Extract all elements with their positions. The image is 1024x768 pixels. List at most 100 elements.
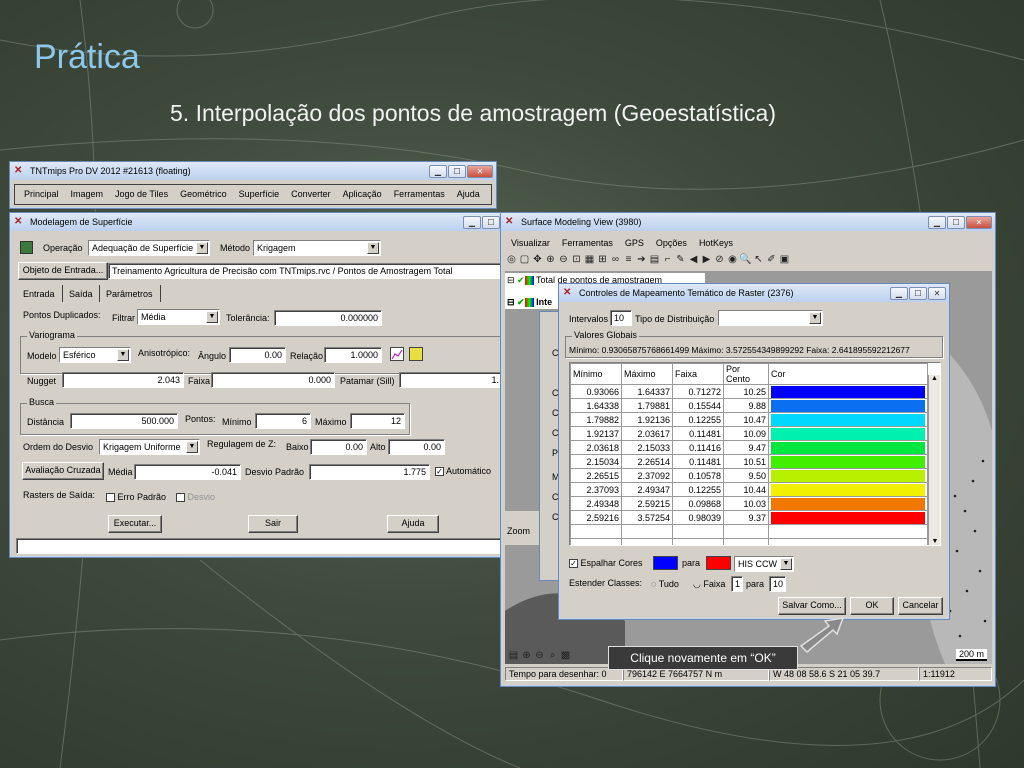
table-icon[interactable]: ▤ [648,253,661,266]
class-row[interactable]: 2.59216 3.57254 0.98039 9.37 [570,510,928,525]
metodo-select[interactable]: Krigagem ▼ [253,240,381,256]
start-color-swatch[interactable] [653,556,678,570]
menu-ferramentas[interactable]: Ferramentas [388,186,451,202]
tolerancia-field[interactable]: 0.000000 [274,310,382,326]
filtrar-select[interactable]: Média ▼ [137,309,220,325]
minimize-button[interactable]: ▁ [463,215,481,229]
maximize-button[interactable]: ☐ [448,164,466,178]
zoom-in-icon[interactable]: ⊕ [520,649,533,662]
col-maximo[interactable]: Máximo [621,363,673,385]
faixa-to-field[interactable]: 10 [769,576,786,592]
avaliacao-cruzada-button[interactable]: Avaliação Cruzada [22,462,104,480]
main-window-titlebar[interactable]: ✕ TNTmips Pro DV 2012 #21613 (floating) … [10,162,496,180]
class-row[interactable]: 2.49348 2.59215 0.09868 10.03 [570,496,928,511]
zoom-out-icon[interactable]: ⊖ [533,649,546,662]
list-icon[interactable]: ▤ [507,649,520,662]
select-icon[interactable]: ▢ [518,253,531,266]
minimo-field[interactable]: 6 [255,413,311,429]
close-button[interactable]: ✕ [928,286,946,300]
class-row[interactable]: 1.92137 2.03617 0.11481 10.09 [570,426,928,441]
col-minimo[interactable]: Mínimo [570,363,622,385]
objeto-entrada-button[interactable]: Objeto de Entrada... [18,262,108,280]
tipo-distribuicao-select[interactable]: ▼ [718,310,823,326]
executar-button[interactable]: Executar... [108,515,162,533]
tab-parametros[interactable]: Parâmetros [106,289,153,299]
object-path-field[interactable]: Treinamento Agricultura de Precisão com … [108,263,503,279]
brush-icon[interactable]: ✎ [674,253,687,266]
menu-superficie[interactable]: Superfície [233,186,286,202]
layers-icon[interactable]: ≡ [622,253,635,266]
sair-button[interactable]: Sair [248,515,298,533]
menu-converter[interactable]: Converter [285,186,337,202]
tudo-radio[interactable]: ◌ Tudo [651,579,679,589]
cancelar-button[interactable]: Cancelar [898,597,943,615]
class-row[interactable]: 2.37093 2.49347 0.12255 10.44 [570,482,928,497]
baixo-field[interactable]: 0.00 [310,439,367,455]
ruler-icon[interactable]: ⌐ [661,253,674,266]
measure-icon[interactable]: ⊞ [596,253,609,266]
minimize-button[interactable]: ▁ [890,286,908,300]
alto-field[interactable]: 0.00 [388,439,445,455]
faixa-from-field[interactable]: 1 [731,576,743,592]
end-color-swatch[interactable] [706,556,731,570]
color-cell[interactable] [768,468,928,483]
pan-icon[interactable]: ✥ [531,253,544,266]
minimize-button[interactable]: ▁ [928,215,946,229]
zoom-icon[interactable]: 🔍 [739,253,752,266]
maximize-button[interactable]: ☐ [947,215,965,229]
zoom-out-icon[interactable]: ⊖ [557,253,570,266]
thematic-titlebar[interactable]: ✕ Controles de Mapeamento Temático de Ra… [559,284,949,302]
table-scrollbar[interactable]: ▲ ▼ [928,375,940,545]
menu-geometrico[interactable]: Geométrico [174,186,233,202]
menu-hotkeys[interactable]: HotKeys [693,235,739,251]
menu-jogo-de-tiles[interactable]: Jogo de Tiles [109,186,174,202]
faixa-field[interactable]: 0.000 [211,372,335,388]
operacao-select[interactable]: Adequação de Superfície ▼ [88,240,210,256]
nugget-field[interactable]: 2.043 [62,372,184,388]
class-row[interactable]: 0.93066 1.64337 0.71272 10.25 [570,384,928,399]
image-icon[interactable]: ▣ [778,253,791,266]
maximize-button[interactable]: ☐ [482,215,500,229]
color-scheme-select[interactable]: HIS CCW ▼ [734,556,794,572]
maximize-button[interactable]: ☐ [909,286,927,300]
relacao-field[interactable]: 1.0000 [324,347,382,363]
menu-visualizar[interactable]: Visualizar [505,235,556,251]
color-cell[interactable] [768,454,928,469]
menu-principal[interactable]: Principal [18,186,65,202]
surface-view-titlebar[interactable]: ✕ Surface Modeling View (3980) ▁ ☐ ✕ [501,213,995,231]
class-row[interactable]: 1.64338 1.79881 0.15544 9.88 [570,398,928,413]
stop-icon[interactable]: ⊘ [713,253,726,266]
close-button[interactable]: ✕ [966,215,992,229]
menu-aplicacao[interactable]: Aplicação [337,186,388,202]
distancia-field[interactable]: 500.000 [70,413,178,429]
edit-icon[interactable]: ✐ [765,253,778,266]
tab-entrada[interactable]: Entrada [23,289,55,299]
col-por-cento[interactable]: Por Cento [723,363,769,385]
col-cor[interactable]: Cor [768,363,928,385]
minimize-button[interactable]: ▁ [429,164,447,178]
surface-modeling-titlebar[interactable]: ✕ Modelagem de Superfície ▁ ☐ [10,213,503,231]
color-cell[interactable] [768,440,928,455]
espalhar-cores-checkbox[interactable]: ✓ Espalhar Cores [569,558,643,569]
color-cell[interactable] [768,510,928,525]
erro-padrao-checkbox[interactable]: Erro Padrão [106,492,166,503]
gps-icon[interactable]: ◎ [505,253,518,266]
color-cell[interactable] [768,426,928,441]
menu-opcoes[interactable]: Opções [650,235,693,251]
layer-item-interp[interactable]: ⊟ ✔ Inte [507,297,552,308]
ordem-desvio-select[interactable]: Krigagem Uniforme ▼ [99,439,200,455]
redraw-icon[interactable]: ◉ [726,253,739,266]
close-button[interactable]: ✕ [467,164,493,178]
desvio-padrao-field[interactable]: 1.775 [309,464,430,480]
binoculars-icon[interactable]: ∞ [609,253,622,266]
color-cell[interactable] [768,384,928,399]
menu-imagem[interactable]: Imagem [65,186,110,202]
overview-icon[interactable]: ▩ [559,649,572,662]
ok-button[interactable]: OK [850,597,894,615]
class-row[interactable]: 1.79882 1.92136 0.12255 10.47 [570,412,928,427]
modelo-select[interactable]: Esférico ▼ [59,347,131,363]
automatico-checkbox[interactable]: ✓ Automático [435,466,491,477]
angulo-field[interactable]: 0.00 [229,347,286,363]
grid-icon[interactable]: ▦ [583,253,596,266]
media-field[interactable]: -0.041 [134,464,241,480]
